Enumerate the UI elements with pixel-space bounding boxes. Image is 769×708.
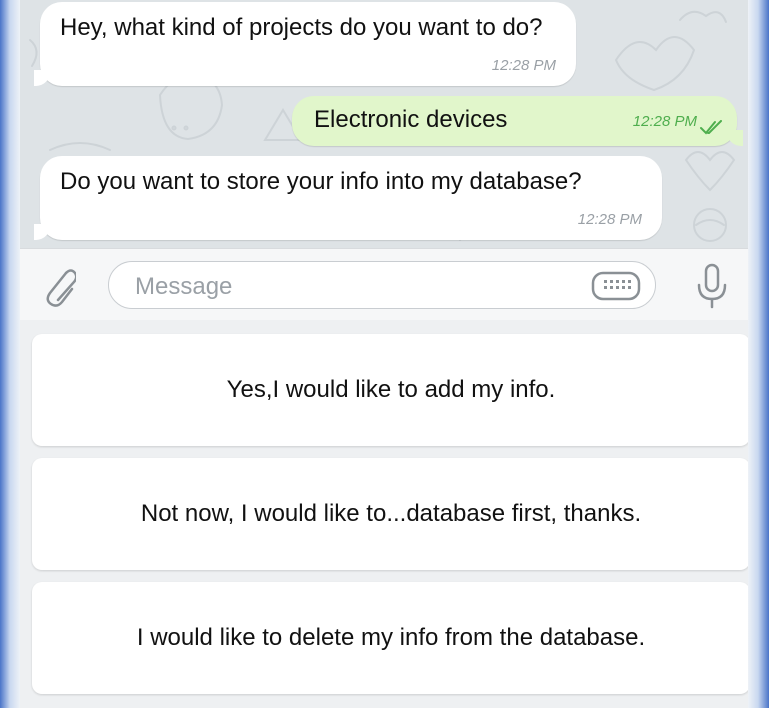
keyboard-icon[interactable] — [591, 271, 641, 301]
reply-button-delete-info[interactable]: I would like to delete my info from the … — [32, 582, 748, 694]
microphone-icon[interactable] — [695, 263, 729, 309]
reply-button-not-now[interactable]: Not now, I would like to...database firs… — [32, 458, 748, 570]
message-outgoing[interactable]: Electronic devices 12:28 PM — [292, 96, 743, 146]
reply-button-label: I would like to delete my info from the … — [136, 624, 646, 651]
message-input[interactable]: Message — [108, 261, 656, 309]
message-time: 12:28 PM — [491, 57, 556, 74]
reply-button-label: Not now, I would like to...database firs… — [140, 500, 642, 527]
message-incoming[interactable]: Hey, what kind of projects do you want t… — [34, 2, 576, 86]
chat-history[interactable]: Hey, what kind of projects do you want t… — [20, 0, 748, 248]
reply-button-label: Yes,I would like to add my info. — [226, 376, 556, 403]
message-text: Hey, what kind of projects do you want t… — [60, 14, 543, 41]
telegram-chat-screen: Hey, what kind of projects do you want t… — [20, 0, 748, 708]
reply-keyboard: Yes,I would like to add my info. Not now… — [20, 320, 748, 708]
message-time: 12:28 PM — [577, 211, 642, 228]
message-text: Do you want to store your info into my d… — [60, 168, 582, 195]
paperclip-icon[interactable] — [40, 267, 76, 307]
message-placeholder: Message — [135, 273, 233, 300]
message-time: 12:28 PM — [632, 113, 697, 130]
message-incoming[interactable]: Do you want to store your info into my d… — [34, 156, 662, 240]
message-composer: Message — [20, 248, 748, 321]
double-check-icon — [700, 120, 722, 135]
reply-button-add-info[interactable]: Yes,I would like to add my info. — [32, 334, 748, 446]
